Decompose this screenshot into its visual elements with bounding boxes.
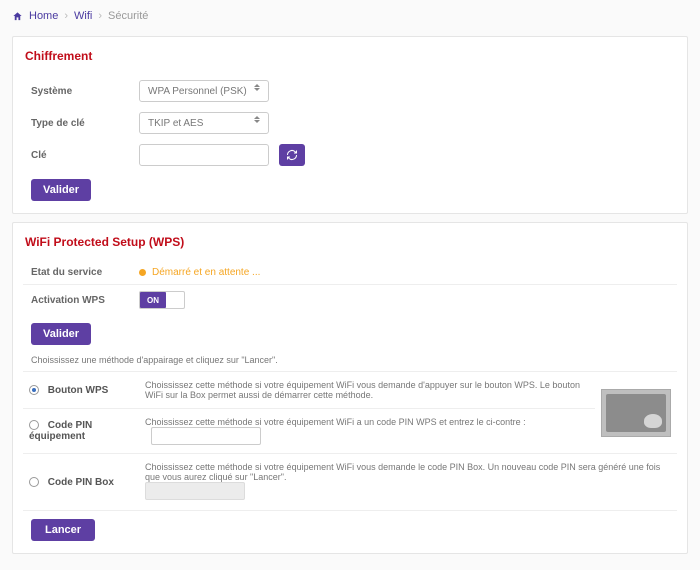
encryption-heading: Chiffrement [25, 49, 677, 63]
method-label: Code PIN Box [48, 477, 114, 488]
wps-illustration [601, 389, 671, 437]
breadcrumb-home[interactable]: Home [29, 10, 58, 22]
breadcrumb-wifi[interactable]: Wifi [74, 10, 92, 22]
key-label: Clé [31, 150, 139, 161]
encryption-validate-button[interactable]: Valider [31, 179, 91, 201]
activation-label: Activation WPS [31, 295, 139, 306]
service-status-value: Démarré et en attente ... [152, 267, 260, 278]
key-input[interactable] [139, 144, 269, 166]
refresh-icon [286, 149, 298, 161]
radio-pin-box[interactable] [29, 477, 39, 487]
wps-method-row: Code PIN équipement Choississez cette mé… [23, 409, 677, 454]
pin-box-display [145, 482, 245, 500]
wps-method-row: Code PIN Box Choississez cette méthode s… [23, 454, 677, 511]
wps-method-table: Bouton WPS Choississez cette méthode si … [23, 371, 677, 511]
encryption-panel: Chiffrement Système WPA Personnel (PSK) … [12, 36, 688, 214]
breadcrumb: Home › Wifi › Sécurité [12, 8, 688, 28]
pin-equipment-input[interactable] [151, 427, 261, 445]
home-icon [12, 11, 23, 22]
radio-pin-equip[interactable] [29, 420, 39, 430]
method-desc: Choississez cette méthode si votre équip… [139, 372, 595, 409]
system-label: Système [31, 86, 139, 97]
radio-button-wps[interactable] [29, 385, 39, 395]
service-status-label: Etat du service [31, 267, 139, 278]
wps-activation-toggle[interactable]: ON [139, 291, 185, 309]
chevron-right-icon: › [98, 10, 102, 22]
wps-panel: WiFi Protected Setup (WPS) Etat du servi… [12, 222, 688, 554]
wps-helper-text: Choississez une méthode d'appairage et c… [31, 355, 669, 365]
keytype-label: Type de clé [31, 118, 139, 129]
wps-validate-button[interactable]: Valider [31, 323, 91, 345]
caret-icon [254, 116, 262, 123]
toggle-knob: ON [140, 292, 166, 308]
system-select[interactable]: WPA Personnel (PSK) [139, 80, 269, 102]
method-desc: Choississez cette méthode si votre équip… [145, 417, 526, 427]
keytype-select[interactable]: TKIP et AES [139, 112, 269, 134]
keytype-select-value: TKIP et AES [148, 118, 203, 129]
launch-button[interactable]: Lancer [31, 519, 95, 541]
status-dot-icon [139, 269, 146, 276]
regenerate-key-button[interactable] [279, 144, 305, 166]
wps-method-row: Bouton WPS Choississez cette méthode si … [23, 372, 677, 409]
system-select-value: WPA Personnel (PSK) [148, 86, 247, 97]
method-label: Bouton WPS [48, 385, 109, 396]
chevron-right-icon: › [64, 10, 68, 22]
method-desc: Choississez cette méthode si votre équip… [145, 462, 660, 482]
breadcrumb-current: Sécurité [108, 10, 148, 22]
wps-heading: WiFi Protected Setup (WPS) [25, 235, 677, 249]
caret-icon [254, 84, 262, 91]
